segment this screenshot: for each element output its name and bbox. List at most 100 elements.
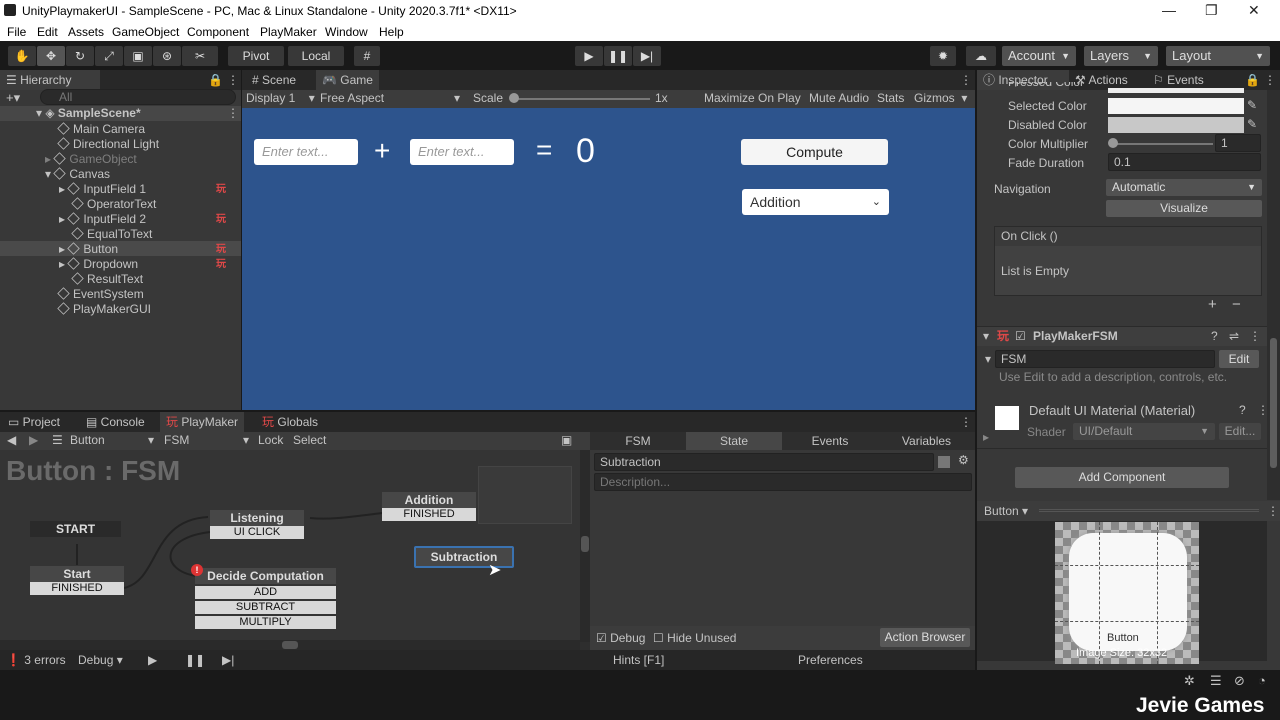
tab-events[interactable]: Events [782, 432, 878, 450]
cloud-icon[interactable]: ☁ [966, 46, 996, 66]
step-button[interactable]: ▶| [222, 653, 234, 668]
hier-gameobject[interactable]: ▸ GameObject [45, 152, 137, 167]
eyedropper-icon[interactable]: ✎ [1247, 117, 1257, 131]
tab-fsm[interactable]: FSM [590, 432, 686, 450]
menu-playmaker[interactable]: PlayMaker [260, 25, 317, 39]
layers-dropdown[interactable]: Layers ▼ [1084, 46, 1158, 66]
state-start-transition[interactable]: FINISHED [30, 582, 124, 595]
multiplier-input[interactable]: 1 [1215, 134, 1261, 152]
pmfsm-header[interactable]: ▾ 玩 ☑ PlayMakerFSM ? ⇌ ⋮ [977, 326, 1267, 346]
state-decide-transition-add[interactable]: ADD [195, 586, 336, 599]
state-addition-transition[interactable]: FINISHED [382, 508, 476, 521]
state-color-swatch[interactable] [938, 456, 950, 468]
add-listener-icon[interactable]: + [1208, 296, 1217, 313]
play-button[interactable]: ▶ [575, 46, 603, 66]
hier-resulttext[interactable]: ResultText [71, 272, 143, 287]
menu-edit[interactable]: Edit [37, 25, 58, 39]
remove-listener-icon[interactable]: − [1232, 296, 1241, 313]
rotate-tool-icon[interactable]: ↻ [66, 46, 94, 66]
eyedropper-icon[interactable]: ✎ [1247, 98, 1257, 112]
action-browser-button[interactable]: Action Browser [880, 628, 970, 647]
inspector-scroll-thumb[interactable] [1270, 338, 1277, 468]
hier-inputfield1[interactable]: ▸ InputField 1玩 [59, 182, 241, 197]
add-component-button[interactable]: Add Component [1015, 467, 1229, 488]
tab-scene[interactable]: # Scene [246, 70, 302, 90]
fsm-select[interactable]: FSM [164, 433, 189, 448]
hand-tool-icon[interactable]: ✋ [8, 46, 36, 66]
debug-mode-icon[interactable]: ⊘ [1234, 673, 1245, 689]
kebab-menu-icon[interactable]: ⋮ [1264, 73, 1276, 87]
state-addition[interactable]: Addition FINISHED [382, 492, 476, 521]
lock-button[interactable]: Lock [258, 433, 283, 448]
shader-dropdown[interactable]: UI/Default ▼ [1073, 423, 1215, 440]
state-description-input[interactable]: Description... [594, 473, 972, 491]
pause-button[interactable]: ❚❚ [185, 653, 205, 668]
visualize-button[interactable]: Visualize [1106, 200, 1262, 217]
step-button[interactable]: ▶| [633, 46, 661, 66]
hier-dropdown[interactable]: ▸ Dropdown 玩 [59, 257, 241, 272]
kebab-menu-icon[interactable]: ⋮ [227, 73, 239, 87]
kebab-menu-icon[interactable]: ⋮ [960, 73, 972, 87]
rect-tool-icon[interactable]: ▣ [124, 46, 152, 66]
hier-directional-light[interactable]: Directional Light [57, 137, 159, 152]
grid-snap-icon[interactable]: # [354, 46, 380, 66]
graph-hscroll-thumb[interactable] [282, 641, 298, 649]
enabled-checkbox[interactable]: ☑ [1015, 329, 1026, 344]
state-name-input[interactable]: Subtraction [594, 453, 934, 471]
selected-color-field[interactable] [1108, 98, 1244, 114]
error-count[interactable]: ❗ 3 errors [6, 653, 66, 668]
state-start[interactable]: Start FINISHED [30, 566, 124, 595]
state-decide-transition-multiply[interactable]: MULTIPLY [195, 616, 336, 629]
state-decide[interactable]: Decide Computation ADD SUBTRACT MULTIPLY [195, 568, 336, 629]
resize-handle[interactable] [1039, 509, 1259, 512]
local-toggle[interactable]: Local [288, 46, 344, 66]
account-dropdown[interactable]: Account ▼ [1002, 46, 1076, 66]
scene-row[interactable]: ▾ ◈ SampleScene* ⋮ [0, 106, 241, 121]
debug-checkbox[interactable]: ☑ Debug [596, 631, 645, 646]
menu-file[interactable]: File [7, 25, 26, 39]
hide-unused-checkbox[interactable]: ☐ Hide Unused [653, 631, 736, 646]
minimize-button[interactable]: — [1162, 2, 1176, 18]
hints-button[interactable]: Hints [F1] [613, 653, 664, 668]
fsm-edit-button[interactable]: Edit [1219, 350, 1259, 368]
expand-arrow-icon[interactable]: ▾ [983, 329, 989, 344]
fade-duration-input[interactable]: 0.1 [1108, 153, 1261, 171]
preview-dropdown[interactable]: Button ▾ [984, 504, 1028, 519]
graph-hscroll[interactable] [0, 640, 580, 650]
tab-events[interactable]: ⚐ Events [1147, 70, 1210, 90]
scale-tool-icon[interactable]: ⤢ [95, 46, 123, 66]
stats-toggle[interactable]: Stats [877, 91, 904, 106]
hier-main-camera[interactable]: Main Camera [57, 122, 145, 137]
lock-icon[interactable]: 🔒 [1245, 73, 1260, 87]
menu-window[interactable]: Window [325, 25, 368, 39]
lock-icon[interactable]: 🔒 [208, 73, 223, 87]
preset-icon[interactable]: ⇌ [1229, 329, 1239, 344]
custom-tool-icon[interactable]: ✂ [182, 46, 218, 66]
fsm-name-input[interactable]: FSM [995, 350, 1215, 368]
minimap[interactable] [478, 466, 572, 524]
help-icon[interactable]: ? [1239, 403, 1246, 418]
menu-help[interactable]: Help [379, 25, 404, 39]
settings-gear-icon[interactable]: ⚙ [958, 453, 969, 467]
menu-gameobject[interactable]: GameObject [112, 25, 179, 39]
tab-playmaker[interactable]: 玩 PlayMaker [160, 412, 245, 432]
input-field-2[interactable]: Enter text... [410, 139, 514, 165]
kebab-menu-icon[interactable]: ⋮ [1249, 329, 1261, 344]
pause-button[interactable]: ❚❚ [604, 46, 632, 66]
forward-button[interactable]: ▶ [29, 433, 38, 448]
hier-eventsystem[interactable]: EventSystem [57, 287, 144, 302]
hierarchy-search-input[interactable]: All [40, 89, 236, 105]
tab-console[interactable]: ▤ Console [80, 412, 151, 432]
hier-equaltotext[interactable]: EqualToText [71, 227, 152, 242]
input-field-1[interactable]: Enter text... [254, 139, 358, 165]
inspector-scrollbar[interactable] [1267, 90, 1280, 500]
object-select[interactable]: Button [70, 433, 105, 448]
maximize-button[interactable]: ❐ [1205, 2, 1218, 19]
aspect-dropdown[interactable]: Free Aspect [320, 91, 384, 106]
tab-globals[interactable]: 玩 Globals [256, 412, 324, 432]
back-button[interactable]: ◀ [7, 433, 16, 448]
move-tool-icon[interactable]: ✥ [37, 46, 65, 66]
create-button[interactable]: +▾ [6, 90, 20, 106]
state-decide-transition-subtract[interactable]: SUBTRACT [195, 601, 336, 614]
maximize-on-play-toggle[interactable]: Maximize On Play [704, 91, 801, 106]
